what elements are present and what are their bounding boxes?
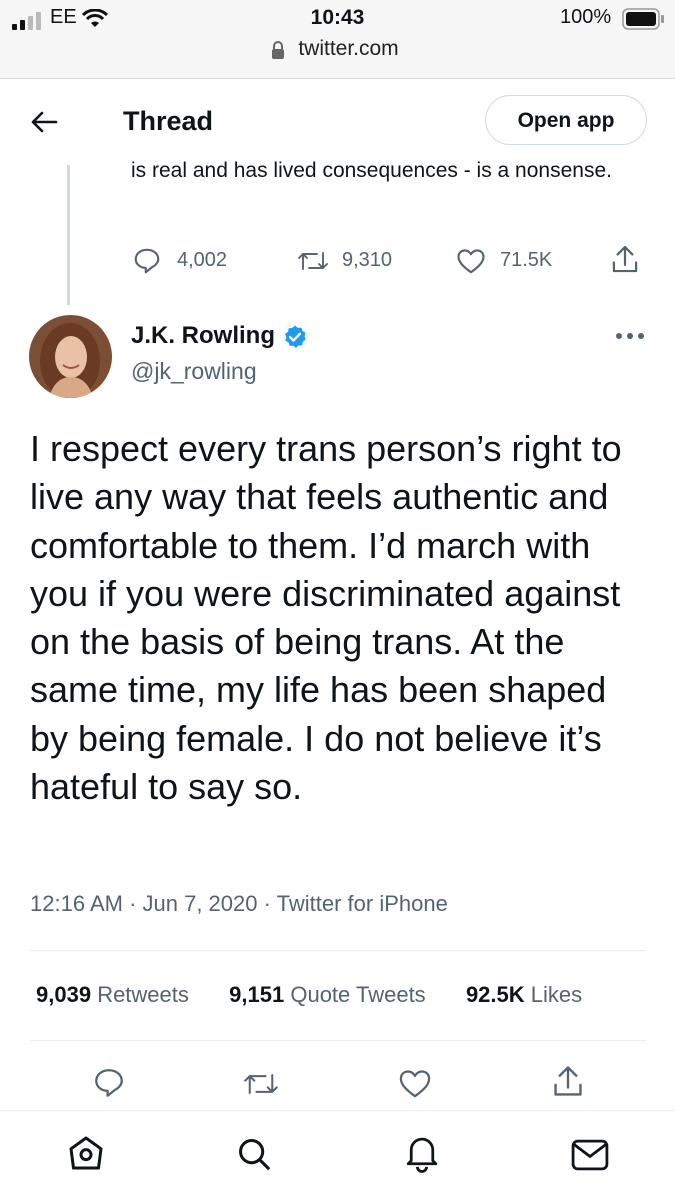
likes-stat[interactable]: 92.5K Likes xyxy=(466,982,582,1007)
retweet-icon[interactable] xyxy=(243,1068,279,1100)
share-icon[interactable] xyxy=(551,1064,585,1100)
battery-percent: 100% xyxy=(560,6,612,28)
previous-retweet-count: 9,310 xyxy=(342,249,393,271)
quote-tweets-count: 9,151 xyxy=(229,982,285,1007)
back-arrow-icon[interactable] xyxy=(30,110,58,134)
reply-icon[interactable] xyxy=(132,246,162,276)
notifications-icon[interactable] xyxy=(403,1133,441,1173)
engagement-stats: 9,039 Retweets 9,151 Quote Tweets 92.5K … xyxy=(36,982,582,1008)
retweet-icon[interactable] xyxy=(297,247,329,275)
share-icon[interactable] xyxy=(610,244,640,276)
messages-icon[interactable] xyxy=(570,1138,610,1172)
author-name[interactable]: J.K. Rowling xyxy=(131,322,275,350)
tweet-text: I respect every trans person’s right to … xyxy=(30,428,622,808)
like-icon[interactable] xyxy=(398,1068,432,1099)
retweets-count: 9,039 xyxy=(36,982,92,1007)
quote-tweets-label: Quote Tweets xyxy=(290,982,426,1007)
likes-count: 92.5K xyxy=(465,982,525,1007)
previous-like-count: 71.5K xyxy=(500,249,553,271)
home-icon[interactable] xyxy=(66,1133,106,1173)
divider xyxy=(30,950,646,951)
retweets-label: Retweets xyxy=(97,982,189,1007)
author-handle[interactable]: @jk_rowling xyxy=(131,358,257,385)
quote-tweets-stat[interactable]: 9,151 Quote Tweets xyxy=(229,982,426,1007)
more-options-icon[interactable] xyxy=(614,330,646,342)
retweets-stat[interactable]: 9,039 Retweets xyxy=(36,982,189,1007)
avatar[interactable] xyxy=(29,315,112,398)
like-icon[interactable] xyxy=(456,247,486,275)
battery-icon xyxy=(622,8,664,30)
open-app-button[interactable]: Open app xyxy=(485,95,647,145)
address-bar-url[interactable]: twitter.com xyxy=(0,37,675,61)
divider xyxy=(30,1040,646,1041)
thread-connector-line xyxy=(67,165,70,305)
avatar-photo xyxy=(29,315,112,398)
reply-icon[interactable] xyxy=(92,1066,126,1100)
likes-label: Likes xyxy=(530,982,583,1007)
page-title: Thread xyxy=(123,106,214,136)
verified-badge-icon xyxy=(285,325,306,348)
search-icon[interactable] xyxy=(235,1135,273,1173)
previous-reply-count: 4,002 xyxy=(177,249,228,271)
previous-tweet-text: is real and has lived consequences - is … xyxy=(131,159,612,182)
tweet-timestamp[interactable]: 12:16 AM · Jun 7, 2020 · Twitter for iPh… xyxy=(30,891,448,917)
